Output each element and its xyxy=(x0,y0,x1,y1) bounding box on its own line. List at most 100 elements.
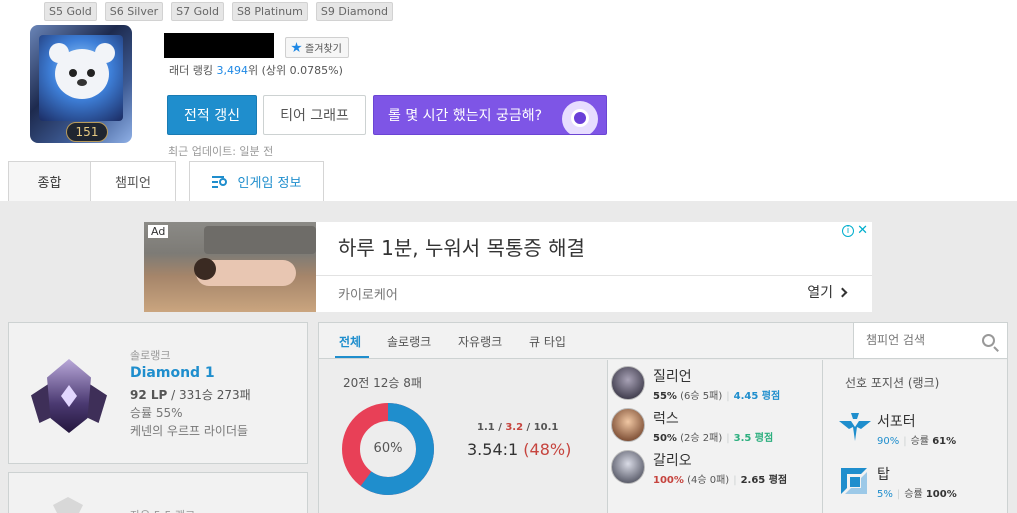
season-badge: S6 Silver xyxy=(104,2,164,21)
avg-kills: 1.1 xyxy=(477,422,495,433)
recent-games-summary: 전체 솔로랭크 자유랭크 큐 타입 20전 12승 8패 60% 1.1 / 3… xyxy=(318,322,1008,513)
chevron-right-icon xyxy=(837,287,848,297)
tab-all[interactable]: 전체 xyxy=(339,333,361,350)
past-season-tiers: S5 Gold S6 Silver S7 Gold S8 Platinum S9… xyxy=(44,2,394,21)
champion-kda: 4.45 평점 xyxy=(733,391,781,402)
champion-search-input[interactable] xyxy=(866,331,976,349)
rank-tier: Diamond 1 xyxy=(130,365,215,381)
position-pct: 5% xyxy=(877,489,893,500)
last-updated: 최근 업데이트: 일분 전 xyxy=(168,145,274,158)
playtime-button[interactable]: 롤 몇 시간 했는지 궁금해? xyxy=(373,95,607,135)
tab-ingame[interactable]: 인게임 정보 xyxy=(189,161,324,201)
preferred-positions: 선호 포지션 (랭크) 서포터 90% | 승률 61% 탑 5% | 승률 100% xyxy=(823,360,1007,513)
zilean-portrait-icon[interactable] xyxy=(611,366,645,400)
tab-solo[interactable]: 솔로랭크 xyxy=(387,333,431,350)
favorite-button[interactable]: 즐겨찾기 xyxy=(285,37,349,58)
champion-winrate: 100% xyxy=(653,475,684,486)
active-tab-underline xyxy=(335,356,369,358)
season-badge: S7 Gold xyxy=(171,2,224,21)
champion-games: (6승 5패) xyxy=(680,391,723,402)
ad-divider xyxy=(316,275,872,276)
tab-overall[interactable]: 종합 xyxy=(8,161,91,201)
ad-label: Ad xyxy=(148,225,169,238)
champion-kda: 2.65 평점 xyxy=(740,475,788,486)
summary-record: 20전 12승 8패 xyxy=(343,376,422,390)
winrate-label: 60% xyxy=(373,441,403,456)
tab-queue-type[interactable]: 큐 타입 xyxy=(529,333,566,350)
rank-type: 솔로랭크 xyxy=(130,349,171,362)
champion-stat: 55% (6승 5패) | 4.45 평점 xyxy=(653,391,781,402)
tab-flex[interactable]: 자유랭크 xyxy=(458,333,502,350)
ladder-rank: 래더 랭킹 3,494위 (상위 0.0785%) xyxy=(169,62,343,78)
rank-lp: 92 LP xyxy=(130,388,168,402)
position-name: 서포터 xyxy=(877,414,916,430)
summoner-level: 151 xyxy=(66,122,108,142)
champion-row[interactable]: 럭스 50% (2승 2패) | 3.5 평점 xyxy=(608,402,822,444)
top-champions: 질리언 55% (6승 5패) | 4.45 평점 럭스 50% (2승 2패) | 3… xyxy=(608,360,822,513)
position-winrate-label: 승률 xyxy=(910,436,930,447)
ad-banner[interactable]: Ad 하루 1분, 누워서 목통증 해결 카이로케어 열기 i ✕ xyxy=(144,222,872,312)
champion-row[interactable]: 갈리오 100% (4승 0패) | 2.65 평점 xyxy=(608,444,822,486)
season-badge: S8 Platinum xyxy=(231,2,308,21)
kda-raw: 1.1 / 3.2 / 10.1 xyxy=(477,422,559,433)
champion-search[interactable] xyxy=(853,323,1007,358)
champion-winrate: 50% xyxy=(653,433,677,444)
position-row: 서포터 90% | 승률 61% xyxy=(823,411,1007,451)
ladder-suffix: 위 (상위 0.0785%) xyxy=(247,64,343,77)
position-stat: 90% | 승률 61% xyxy=(877,436,957,447)
support-icon xyxy=(839,413,871,441)
flex-rank-type: 자유 5:5 랭크 xyxy=(130,507,195,513)
tier-graph-button[interactable]: 티어 그래프 xyxy=(263,95,366,135)
profile-icon: 151 xyxy=(30,25,132,143)
bear-avatar-icon xyxy=(39,35,123,121)
position-winrate: 61% xyxy=(932,436,957,447)
ladder-prefix: 래더 랭킹 xyxy=(169,64,213,77)
ad-brand[interactable]: 카이로케어 xyxy=(338,284,398,303)
star-icon xyxy=(291,42,302,53)
league-name: 케넨의 우르프 라이더들 xyxy=(130,424,249,438)
position-pct: 90% xyxy=(877,436,900,447)
ad-open-label: 열기 xyxy=(807,285,833,301)
ad-open-button[interactable]: 열기 xyxy=(807,282,848,302)
queue-tabs: 전체 솔로랭크 자유랭크 큐 타입 xyxy=(319,323,1007,359)
kda-ratio: 3.54:1 (48%) xyxy=(467,440,571,459)
solo-rank-card: 솔로랭크 Diamond 1 92 LP / 331승 273패 승률 55% … xyxy=(8,322,308,464)
champion-row[interactable]: 질리언 55% (6승 5패) | 4.45 평점 xyxy=(608,360,822,402)
champion-kda: 3.5 평점 xyxy=(733,433,774,444)
summoner-name-redacted xyxy=(164,33,274,58)
lux-portrait-icon[interactable] xyxy=(611,408,645,442)
ingame-search-icon xyxy=(211,175,230,189)
ad-close-icon[interactable]: ✕ xyxy=(857,223,868,238)
champion-stat: 50% (2승 2패) | 3.5 평점 xyxy=(653,433,774,444)
champion-name: 질리언 xyxy=(653,369,692,385)
champion-name: 럭스 xyxy=(653,411,679,427)
position-winrate-label: 승률 xyxy=(904,489,923,500)
position-row: 탑 5% | 승률 100% xyxy=(823,464,1007,504)
galio-portrait-icon[interactable] xyxy=(611,450,645,484)
diamond-emblem-icon xyxy=(29,351,109,439)
renew-button[interactable]: 전적 갱신 xyxy=(167,95,257,135)
season-badge: S5 Gold xyxy=(44,2,97,21)
flex-rank-card: 자유 5:5 랭크 xyxy=(8,472,308,513)
unranked-emblem-icon xyxy=(53,497,83,513)
ladder-rank-value[interactable]: 3,494 xyxy=(216,64,248,77)
winrate-donut: 60% xyxy=(341,402,435,496)
favorite-label: 즐겨찾기 xyxy=(305,44,342,55)
kill-participation: (48%) xyxy=(523,440,572,459)
avg-assists: 10.1 xyxy=(533,422,559,433)
rank-winrate: 승률 55% xyxy=(130,406,183,420)
avg-deaths: 3.2 xyxy=(505,422,524,433)
champion-stat: 100% (4승 0패) | 2.65 평점 xyxy=(653,475,788,486)
positions-title: 선호 포지션 (랭크) xyxy=(845,376,940,390)
tab-champion[interactable]: 챔피언 xyxy=(90,161,176,201)
champion-games: (4승 0패) xyxy=(687,475,730,486)
search-icon[interactable] xyxy=(982,334,995,347)
ad-headline[interactable]: 하루 1분, 누워서 목통증 해결 xyxy=(338,232,585,261)
rank-record: / 331승 273패 xyxy=(167,388,251,402)
position-name: 탑 xyxy=(877,467,890,483)
ad-image[interactable]: Ad xyxy=(144,222,316,312)
champion-name: 갈리오 xyxy=(653,453,692,469)
ad-info-icon[interactable]: i xyxy=(842,225,854,237)
position-winrate: 100% xyxy=(925,489,957,500)
eyeball-mascot-icon xyxy=(562,101,598,134)
